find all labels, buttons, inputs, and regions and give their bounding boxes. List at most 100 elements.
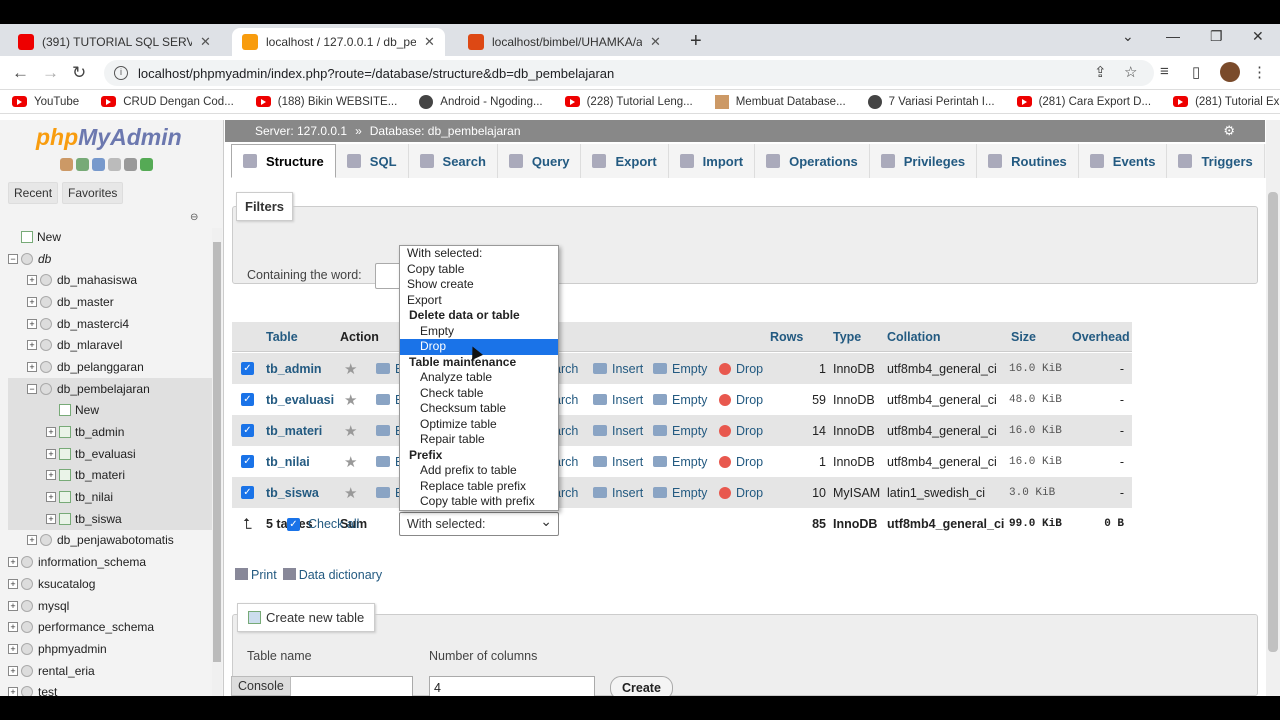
dropdown-option[interactable]: Show create bbox=[400, 277, 558, 293]
tree-item[interactable]: + mysql bbox=[8, 595, 212, 617]
expand-icon[interactable]: + bbox=[8, 600, 18, 611]
avatar[interactable] bbox=[1220, 62, 1240, 82]
favorite-star-icon[interactable]: ★ bbox=[344, 384, 357, 415]
tree-item[interactable]: + db_mlaravel bbox=[8, 334, 212, 356]
tab-search-icon[interactable]: ⌄ bbox=[1122, 28, 1134, 45]
expand-icon[interactable]: + bbox=[8, 557, 18, 568]
drop-action[interactable]: Drop bbox=[719, 446, 763, 477]
tree-item[interactable]: + rental_eria bbox=[8, 660, 212, 682]
expand-icon[interactable]: + bbox=[46, 427, 56, 438]
reading-list-icon[interactable]: ≡ bbox=[1160, 63, 1169, 80]
table-name-link[interactable]: tb_siswa bbox=[266, 477, 319, 508]
checkbox[interactable]: ✓ bbox=[241, 424, 254, 437]
data-dictionary-link[interactable]: Data dictionary bbox=[282, 568, 382, 582]
close-tab-icon[interactable]: ✕ bbox=[424, 34, 435, 50]
tree-item[interactable]: New bbox=[8, 399, 212, 422]
drop-action[interactable]: Drop bbox=[719, 353, 763, 384]
expand-icon[interactable]: + bbox=[27, 535, 37, 546]
column-header-type[interactable]: Type bbox=[833, 322, 861, 351]
expand-icon[interactable]: + bbox=[46, 513, 56, 524]
tree-item[interactable]: + db_master bbox=[8, 291, 212, 313]
close-window-icon[interactable]: ✕ bbox=[1252, 28, 1264, 45]
dropdown-option[interactable]: Optimize table bbox=[400, 417, 558, 433]
console-button[interactable]: Console bbox=[231, 676, 291, 696]
check-all[interactable]: ✓ Check all bbox=[287, 517, 359, 531]
tab-routines[interactable]: Routines bbox=[977, 144, 1079, 178]
create-button[interactable]: Create bbox=[610, 676, 673, 696]
dropdown-option[interactable]: Empty bbox=[400, 324, 558, 340]
row-checkbox[interactable]: ✓ bbox=[241, 353, 254, 384]
tree-item[interactable]: − db bbox=[8, 248, 212, 270]
minimize-icon[interactable]: — bbox=[1166, 28, 1180, 44]
close-tab-icon[interactable]: ✕ bbox=[200, 34, 211, 50]
page-scrollbar[interactable] bbox=[1266, 120, 1280, 696]
docs-icon[interactable] bbox=[108, 158, 121, 171]
empty-action[interactable]: Empty bbox=[653, 353, 707, 384]
checkbox[interactable]: ✓ bbox=[241, 393, 254, 406]
table-name-link[interactable]: tb_materi bbox=[266, 415, 322, 446]
tree-item[interactable]: + tb_evaluasi bbox=[8, 442, 212, 465]
empty-action[interactable]: Empty bbox=[653, 477, 707, 508]
tree-item[interactable]: + db_penjawabotomatis bbox=[8, 530, 212, 552]
menu-icon[interactable]: ⋮ bbox=[1252, 63, 1267, 81]
expand-icon[interactable]: − bbox=[27, 383, 37, 394]
tree-item[interactable]: + db_pelanggaran bbox=[8, 356, 212, 378]
dropdown-option[interactable]: Delete data or table bbox=[400, 308, 558, 324]
expand-icon[interactable]: + bbox=[27, 340, 37, 351]
expand-icon[interactable]: + bbox=[27, 361, 37, 372]
help-icon[interactable] bbox=[92, 158, 105, 171]
column-header-overhead[interactable]: Overhead bbox=[1072, 322, 1130, 351]
tab-export[interactable]: Export bbox=[581, 144, 669, 178]
empty-action[interactable]: Empty bbox=[653, 446, 707, 477]
table-name-link[interactable]: tb_admin bbox=[266, 353, 322, 384]
bookmark-item[interactable]: Android - Ngoding... bbox=[419, 94, 543, 109]
breadcrumb-server[interactable]: Server: 127.0.0.1 bbox=[255, 124, 347, 138]
back-icon[interactable]: ← bbox=[12, 63, 29, 83]
row-checkbox[interactable]: ✓ bbox=[241, 415, 254, 446]
drop-action[interactable]: Drop bbox=[719, 384, 763, 415]
tree-item[interactable]: + performance_schema bbox=[8, 616, 212, 638]
dropdown-option[interactable]: Replace table prefix bbox=[400, 479, 558, 495]
expand-icon[interactable]: + bbox=[46, 492, 56, 503]
tab-privileges[interactable]: Privileges bbox=[869, 144, 978, 178]
tree-item[interactable]: + test bbox=[8, 681, 212, 696]
url-input[interactable]: i localhost/phpmyadmin/index.php?route=/… bbox=[104, 60, 1154, 86]
favorite-star-icon[interactable]: ★ bbox=[344, 446, 357, 477]
dropdown-option[interactable]: Add prefix to table bbox=[400, 463, 558, 479]
expand-icon[interactable]: + bbox=[8, 643, 18, 654]
tree-item[interactable]: + db_masterci4 bbox=[8, 313, 212, 335]
expand-icon[interactable]: + bbox=[27, 318, 37, 329]
gear-icon[interactable]: ⚙ bbox=[1223, 123, 1235, 139]
column-header-collation[interactable]: Collation bbox=[887, 322, 940, 351]
favorite-star-icon[interactable]: ★ bbox=[344, 415, 357, 446]
scroll-thumb[interactable] bbox=[213, 242, 221, 662]
dropdown-option[interactable]: With selected: bbox=[400, 246, 558, 262]
column-header-rows[interactable]: Rows bbox=[770, 322, 803, 351]
checkbox[interactable]: ✓ bbox=[241, 455, 254, 468]
link-icon[interactable]: ⊖ bbox=[190, 212, 198, 223]
column-header-table[interactable]: Table bbox=[266, 322, 298, 351]
browser-tab-youtube[interactable]: (391) TUTORIAL SQL SERVER 200 ✕ bbox=[8, 28, 221, 56]
tree-item[interactable]: + phpmyadmin bbox=[8, 638, 212, 660]
insert-action[interactable]: Insert bbox=[593, 415, 643, 446]
expand-icon[interactable]: + bbox=[46, 448, 56, 459]
reload-icon[interactable]: ↻ bbox=[72, 63, 86, 83]
table-name-link[interactable]: tb_evaluasi bbox=[266, 384, 334, 415]
dropdown-option[interactable]: Copy table with prefix bbox=[400, 494, 558, 510]
expand-icon[interactable]: + bbox=[8, 665, 18, 676]
scroll-thumb[interactable] bbox=[1268, 192, 1278, 652]
bookmark-star-icon[interactable]: ☆ bbox=[1124, 63, 1137, 81]
share-icon[interactable]: ⇪ bbox=[1094, 63, 1107, 81]
browser-tab-phpmyadmin[interactable]: localhost / 127.0.0.1 / db_pembe ✕ bbox=[232, 28, 445, 56]
print-link[interactable]: Print bbox=[235, 568, 277, 582]
table-name-link[interactable]: tb_nilai bbox=[266, 446, 310, 477]
expand-icon[interactable]: + bbox=[27, 296, 37, 307]
insert-action[interactable]: Insert bbox=[593, 384, 643, 415]
settings-icon[interactable] bbox=[124, 158, 137, 171]
tree-item[interactable]: + information_schema bbox=[8, 551, 212, 573]
row-checkbox[interactable]: ✓ bbox=[241, 477, 254, 508]
info-icon[interactable]: i bbox=[114, 66, 128, 80]
expand-icon[interactable]: + bbox=[8, 578, 18, 589]
dropdown-option[interactable]: Repair table bbox=[400, 432, 558, 448]
tab-query[interactable]: Query bbox=[497, 144, 582, 178]
